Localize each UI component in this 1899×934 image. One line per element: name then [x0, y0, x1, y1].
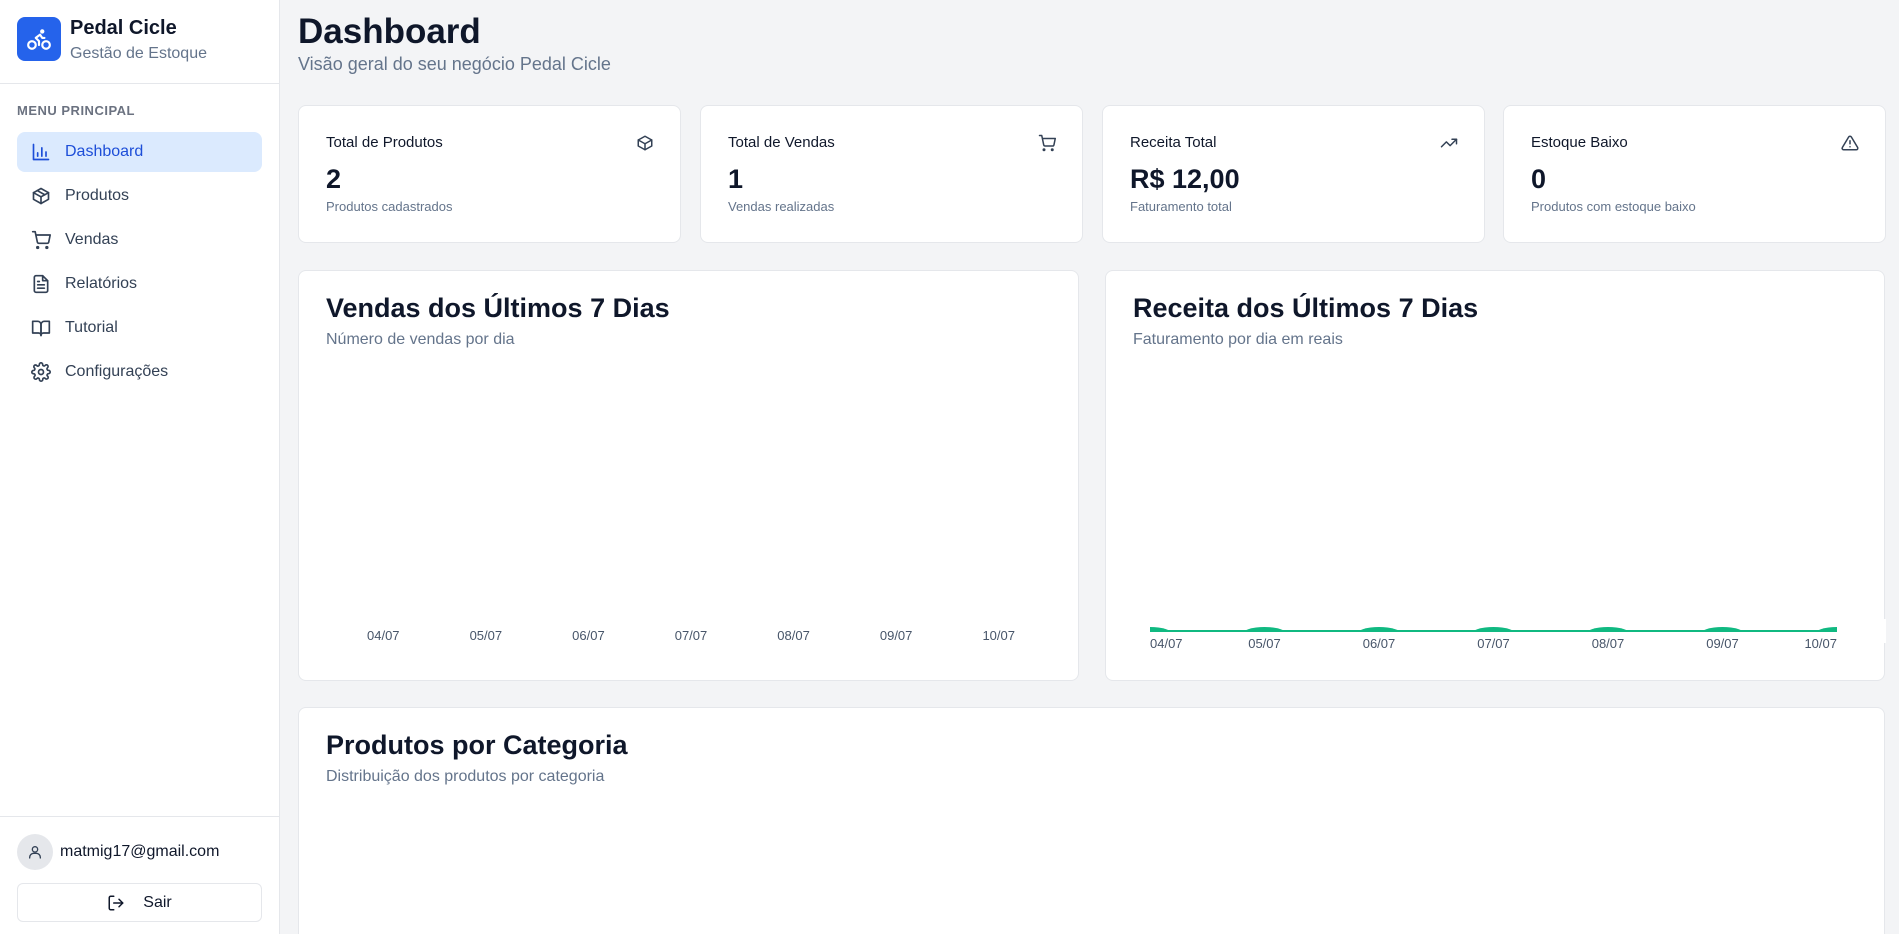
x-tick-label: 04/07	[367, 628, 400, 643]
stat-value: 2	[326, 164, 342, 194]
stat-value: R$ 12,00	[1130, 164, 1240, 194]
sales-chart-card: 04/07 05/07 06/07 07/07 08/07 09/07 10/07 Vend…	[298, 270, 1079, 681]
left-mask	[1106, 619, 1150, 643]
sidebar-item-tutorial[interactable]: Tutorial	[17, 308, 262, 348]
page-title: Dashboard	[298, 12, 481, 51]
logout-label: Sair	[143, 893, 172, 911]
gear-icon	[31, 362, 51, 382]
x-tick-label: 06/07	[1363, 636, 1396, 651]
brand-header: Pedal Cicle Gestão de Estoque	[0, 0, 280, 84]
stat-card-total-produtos: Total de Produtos 2 Produtos cadastrados	[298, 105, 681, 243]
x-tick-label: 09/07	[1706, 636, 1739, 651]
chart-subtitle: Faturamento por dia em reais	[1133, 331, 1343, 348]
package-icon	[637, 135, 653, 151]
x-tick-label: 07/07	[675, 628, 708, 643]
x-tick-label: 04/07	[1150, 636, 1183, 651]
x-tick-label: 08/07	[1592, 636, 1625, 651]
cart-icon	[1038, 134, 1056, 152]
page-subtitle: Visão geral do seu negócio Pedal Cicle	[298, 54, 611, 74]
chart-subtitle: Distribuição dos produtos por categoria	[326, 768, 605, 785]
x-tick-label: 06/07	[572, 628, 605, 643]
x-tick-label: 08/07	[777, 628, 810, 643]
x-tick-label: 07/07	[1477, 636, 1510, 651]
stat-title: Total de Vendas	[728, 134, 835, 151]
right-mask	[1837, 619, 1886, 643]
chart-title: Produtos por Categoria	[326, 730, 628, 760]
chart-title: Vendas dos Últimos 7 Dias	[326, 293, 670, 323]
x-tick-label: 05/07	[470, 628, 503, 643]
stat-card-estoque-baixo: Estoque Baixo 0 Produtos com estoque bai…	[1503, 105, 1886, 243]
bicycle-icon	[17, 17, 61, 61]
revenue-chart-card: 04/07 05/07 06/07 07/07 08/07 09/07 10/07 Rece…	[1105, 270, 1886, 681]
file-text-icon	[33, 274, 49, 294]
stat-card-receita-total: Receita Total R$ 12,00 Faturamento total	[1102, 105, 1485, 243]
stat-card-total-vendas: Total de Vendas 1 Vendas realizadas	[700, 105, 1083, 243]
stat-title: Estoque Baixo	[1531, 134, 1628, 151]
chart-title: Receita dos Últimos 7 Dias	[1133, 293, 1479, 323]
brand-name: Pedal Cicle	[70, 17, 177, 39]
stat-title: Receita Total	[1130, 134, 1217, 151]
stat-description: Produtos com estoque baixo	[1531, 199, 1696, 214]
brand-subtitle: Gestão de Estoque	[70, 45, 207, 62]
sidebar-item-label: Configurações	[65, 363, 169, 380]
sidebar-item-configuracoes[interactable]: Configurações	[17, 352, 262, 392]
x-tick-label: 10/07	[1804, 636, 1837, 651]
x-tick-label: 10/07	[982, 628, 1015, 643]
stat-description: Faturamento total	[1130, 199, 1232, 214]
stat-title: Total de Produtos	[326, 134, 443, 151]
stat-value: 0	[1531, 164, 1547, 194]
sidebar-item-label: Dashboard	[65, 143, 144, 160]
logout-button[interactable]: Sair	[17, 883, 262, 922]
stat-description: Produtos cadastrados	[326, 199, 453, 214]
x-tick-label: 09/07	[880, 628, 913, 643]
stat-value: 1	[728, 164, 744, 194]
cart-icon	[31, 230, 51, 250]
user-email: matmig17@gmail.com	[60, 843, 220, 860]
sidebar-item-produtos[interactable]: Produtos	[17, 176, 262, 216]
user-area: matmig17@gmail.com Sair	[0, 816, 280, 934]
logout-icon	[108, 895, 124, 910]
sidebar: Pedal Cicle Gestão de Estoque MENU PRINC…	[0, 0, 280, 934]
alert-triangle-icon	[1841, 135, 1859, 151]
category-chart-card: Produtos por Categoria Distribuição dos …	[298, 707, 1885, 934]
sidebar-item-label: Tutorial	[65, 319, 118, 336]
sidebar-item-label: Relatórios	[65, 275, 138, 292]
bar-chart-icon	[32, 143, 50, 161]
book-icon	[31, 320, 51, 337]
sidebar-item-label: Produtos	[65, 187, 130, 204]
chart-subtitle: Número de vendas por dia	[326, 331, 515, 348]
user-icon	[29, 846, 41, 859]
sidebar-item-dashboard[interactable]: Dashboard	[17, 132, 262, 172]
package-icon	[32, 187, 50, 205]
sidebar-item-vendas[interactable]: Vendas	[17, 220, 262, 260]
stat-description: Vendas realizadas	[728, 199, 835, 214]
menu-title: MENU PRINCIPAL	[17, 103, 135, 118]
x-tick-label: 05/07	[1248, 636, 1281, 651]
trending-up-icon	[1440, 138, 1458, 148]
sidebar-item-relatorios[interactable]: Relatórios	[17, 264, 262, 304]
sidebar-item-label: Vendas	[65, 231, 119, 248]
sidebar-nav: Dashboard Produtos Vendas Relatórios Tut…	[17, 132, 262, 396]
avatar	[17, 834, 53, 870]
